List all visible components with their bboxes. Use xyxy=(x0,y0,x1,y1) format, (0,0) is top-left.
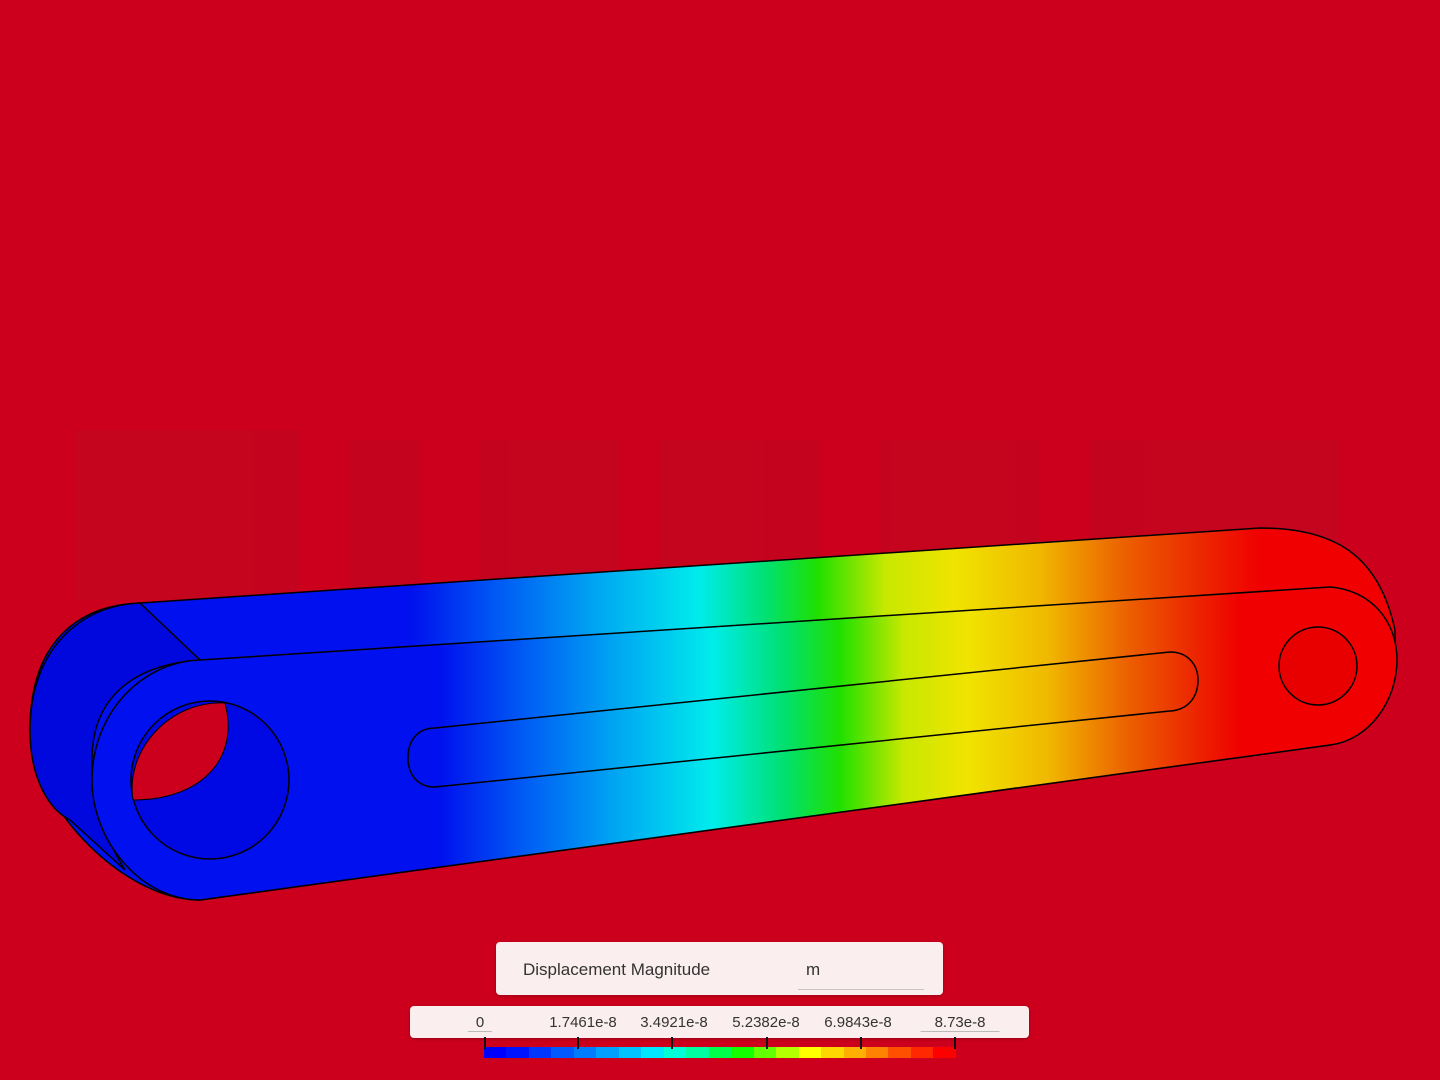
color-scale-segment xyxy=(798,1047,822,1058)
tick-mark xyxy=(484,1037,486,1049)
color-scale-segment xyxy=(708,1047,732,1058)
legend-title: Displacement Magnitude xyxy=(523,960,711,979)
color-scale-segment xyxy=(506,1047,529,1058)
color-scale-segment xyxy=(731,1047,754,1058)
color-scale-segment xyxy=(843,1047,866,1058)
color-scale-segment xyxy=(551,1047,574,1058)
color-scale-segment xyxy=(641,1047,664,1058)
color-scale-segment xyxy=(910,1047,934,1058)
tick-label: 3.4921e-8 xyxy=(640,1014,708,1031)
tick-label: 1.7461e-8 xyxy=(549,1014,617,1031)
color-scale-segment xyxy=(933,1047,956,1058)
tick-mark xyxy=(671,1037,673,1049)
color-scale-bar xyxy=(484,1047,956,1058)
color-scale-segment xyxy=(888,1047,911,1058)
3d-viewport[interactable] xyxy=(0,0,1440,1080)
tick-label: 0 xyxy=(467,1014,493,1032)
tick-label: 8.73e-8 xyxy=(920,1014,1000,1032)
color-scale-segment xyxy=(686,1047,709,1058)
color-scale-segment xyxy=(776,1047,799,1058)
color-scale-segment xyxy=(484,1047,507,1058)
color-scale-segment xyxy=(596,1047,619,1058)
color-scale-segment xyxy=(663,1047,687,1058)
color-scale-segment xyxy=(753,1047,777,1058)
tick-label: 5.2382e-8 xyxy=(732,1014,800,1031)
tick-mark xyxy=(766,1037,768,1049)
right-pin-hole[interactable] xyxy=(1278,626,1358,706)
left-pin-hole[interactable] xyxy=(130,700,290,860)
color-scale-segment xyxy=(618,1047,642,1058)
unit-select[interactable]: m xyxy=(798,951,924,990)
color-scale-segment xyxy=(528,1047,552,1058)
tick-label: 6.9843e-8 xyxy=(824,1014,892,1031)
tick-mark xyxy=(577,1037,579,1049)
legend-header-panel: Displacement Magnitude m xyxy=(496,942,943,995)
tick-mark xyxy=(954,1037,956,1049)
unit-select-value: m xyxy=(806,960,821,979)
legend-scale-panel: 0 1.7461e-8 3.4921e-8 5.2382e-8 6.9843e-… xyxy=(410,1006,1029,1038)
tick-mark xyxy=(860,1037,862,1049)
color-scale-segment xyxy=(821,1047,844,1058)
color-scale-segment xyxy=(865,1047,889,1058)
